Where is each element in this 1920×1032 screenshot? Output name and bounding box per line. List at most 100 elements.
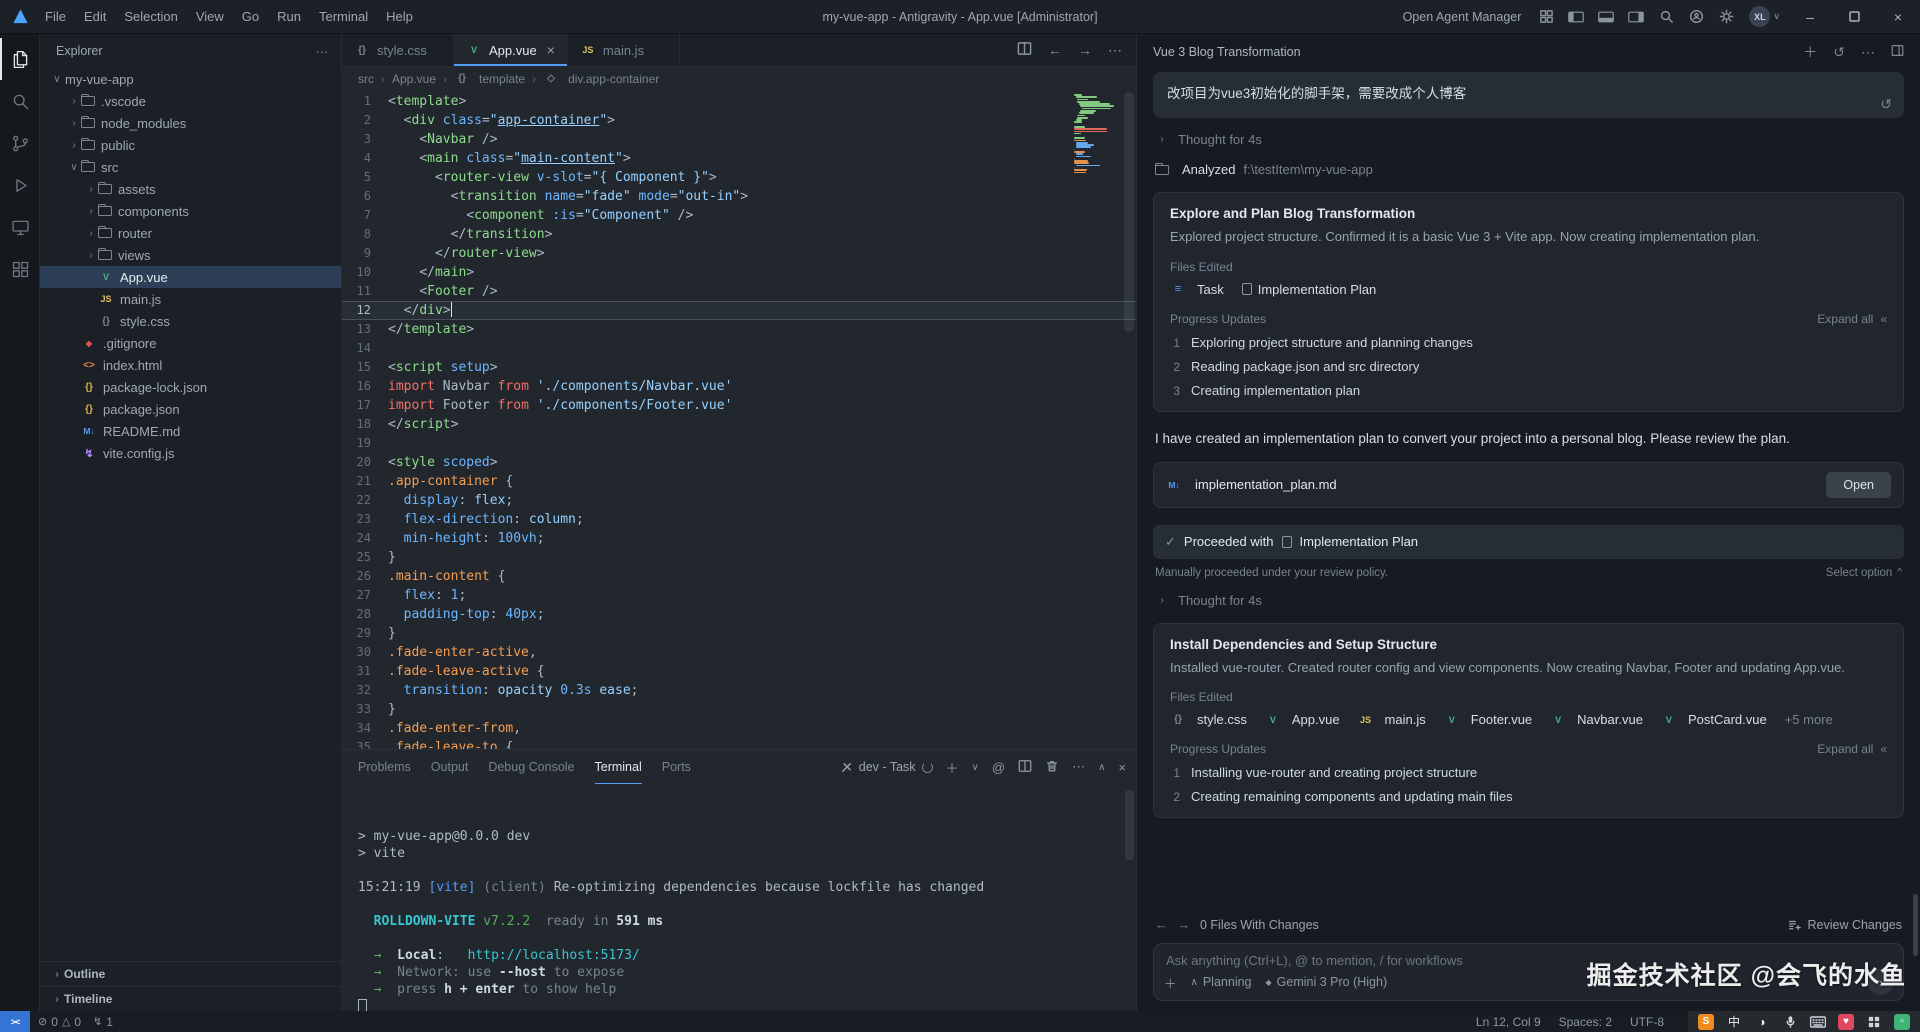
menu-selection[interactable]: Selection (115, 0, 186, 34)
tree-item-vite.config.js[interactable]: ↯vite.config.js (40, 442, 341, 464)
select-option-button[interactable]: Select option^ (1826, 567, 1902, 579)
editor-more-icon[interactable]: ⋯ (1108, 42, 1122, 59)
keyboard-icon[interactable] (1810, 1014, 1826, 1030)
file-chip[interactable]: Implementation Plan (1242, 282, 1377, 297)
toggle-panel-icon[interactable] (1591, 0, 1621, 33)
toggle-secondary-sidebar-icon[interactable] (1621, 0, 1651, 33)
mode-selector[interactable]: ∧Planning (1191, 975, 1252, 989)
agent-input[interactable]: Ask anything (Ctrl+L), @ to mention, / f… (1153, 943, 1904, 1001)
code-line-9[interactable]: 9 </router-view> (342, 244, 1136, 263)
history-icon[interactable]: ↺ (1833, 44, 1845, 61)
wechat-input-icon[interactable]: ▫ (1894, 1014, 1910, 1030)
activitybar-remote[interactable] (0, 206, 40, 248)
minimize-button[interactable]: – (1788, 0, 1832, 33)
panel-more-icon[interactable]: ⋯ (1072, 759, 1085, 775)
tree-item-router[interactable]: ›router (40, 222, 341, 244)
plan-file-card[interactable]: M↓ implementation_plan.md Open (1153, 462, 1904, 508)
kill-terminal-icon[interactable] (1045, 759, 1059, 776)
code-line-17[interactable]: 17import Footer from './components/Foote… (342, 396, 1136, 415)
activitybar-explorer[interactable] (0, 38, 40, 80)
nav-back-icon[interactable]: ← (1048, 42, 1062, 58)
cn-en-mode-icon[interactable]: 中 (1726, 1014, 1742, 1030)
code-line-24[interactable]: 24 min-height: 100vh; (342, 529, 1136, 548)
code-line-5[interactable]: 5 <router-view v-slot="{ Component }"> (342, 168, 1136, 187)
code-line-19[interactable]: 19 (342, 434, 1136, 453)
terminal-dropdown-icon[interactable]: ∨ (972, 762, 979, 773)
code-line-31[interactable]: 31.fade-leave-active { (342, 662, 1136, 681)
expand-all-button[interactable]: Expand all« (1817, 312, 1887, 326)
tab-style.css[interactable]: {}style.css (342, 34, 454, 66)
tree-item-public[interactable]: ›public (40, 134, 341, 156)
tree-item-package.json[interactable]: {}package.json (40, 398, 341, 420)
new-chat-icon[interactable]: ＋ (1803, 42, 1817, 62)
menu-run[interactable]: Run (268, 0, 310, 34)
agent-scrollbar[interactable] (1913, 894, 1918, 956)
tab-main.js[interactable]: JSmain.js (568, 34, 680, 66)
model-selector[interactable]: ◆Gemini 3 Pro (High) (1266, 975, 1388, 989)
code-line-13[interactable]: 13</template> (342, 320, 1136, 339)
tree-item-README.md[interactable]: M↓README.md (40, 420, 341, 442)
close-icon[interactable]: × (547, 42, 555, 58)
task-indicator[interactable]: dev - Task (840, 760, 933, 774)
revert-icon[interactable]: ↺ (1880, 96, 1892, 113)
maximize-button[interactable] (1832, 0, 1876, 33)
ime-bar[interactable]: S中◑♥▫ (1688, 1011, 1920, 1032)
tree-item-.vscode[interactable]: ›.vscode (40, 90, 341, 112)
code-line-16[interactable]: 16import Navbar from './components/Navba… (342, 377, 1136, 396)
close-panel-icon[interactable]: × (1118, 760, 1126, 775)
indentation[interactable]: Spaces: 2 (1559, 1015, 1612, 1029)
split-terminal-icon[interactable] (1018, 759, 1032, 776)
file-chip[interactable]: VNavbar.vue (1550, 712, 1643, 727)
more-files[interactable]: +5 more (1785, 712, 1833, 727)
expand-all-button[interactable]: Expand all« (1817, 742, 1887, 756)
prev-change-icon[interactable]: ← (1155, 918, 1168, 932)
tree-item-App.vue[interactable]: VApp.vue (40, 266, 341, 288)
activitybar-source-control[interactable] (0, 122, 40, 164)
breadcrumb-item[interactable]: App.vue (392, 72, 436, 86)
toolbox-icon[interactable] (1866, 1014, 1882, 1030)
agent-more-icon[interactable]: ⋯ (1861, 44, 1875, 61)
breadcrumb-item[interactable]: {}template (454, 72, 525, 86)
code-line-4[interactable]: 4 <main class="main-content"> (342, 149, 1136, 168)
code-line-10[interactable]: 10 </main> (342, 263, 1136, 282)
ports-indicator[interactable]: ↯1 (93, 1015, 113, 1029)
skin-icon[interactable]: ♥ (1838, 1014, 1854, 1030)
menu-go[interactable]: Go (233, 0, 268, 34)
code-line-35[interactable]: 35.fade-leave-to { (342, 738, 1136, 749)
code-line-18[interactable]: 18</script> (342, 415, 1136, 434)
toggle-sidebar-icon[interactable] (1561, 0, 1591, 33)
activitybar-run-debug[interactable] (0, 164, 40, 206)
problems-indicator[interactable]: ⊘0 △0 (38, 1015, 81, 1029)
code-line-29[interactable]: 29} (342, 624, 1136, 643)
account-icon[interactable] (1681, 0, 1711, 33)
code-line-14[interactable]: 14 (342, 339, 1136, 358)
tree-item-node_modules[interactable]: ›node_modules (40, 112, 341, 134)
file-chip[interactable]: VPostCard.vue (1661, 712, 1767, 727)
next-change-icon[interactable]: → (1178, 918, 1191, 932)
agent-grid-icon[interactable] (1531, 0, 1561, 33)
menu-file[interactable]: File (36, 0, 75, 34)
tree-item-my-vue-app[interactable]: ∨my-vue-app (40, 68, 341, 90)
panel-tab-problems[interactable]: Problems (358, 750, 411, 784)
code-line-7[interactable]: 7 <component :is="Component" /> (342, 206, 1136, 225)
menu-help[interactable]: Help (377, 0, 422, 34)
code-line-8[interactable]: 8 </transition> (342, 225, 1136, 244)
profile-menu[interactable]: XL ∨ (1749, 6, 1780, 27)
activitybar-extensions[interactable] (0, 248, 40, 290)
file-chip[interactable]: {}style.css (1170, 712, 1247, 727)
code-line-33[interactable]: 33} (342, 700, 1136, 719)
close-button[interactable]: × (1876, 0, 1920, 33)
agent-layout-icon[interactable] (1891, 44, 1904, 60)
tree-item-src[interactable]: ∨src (40, 156, 341, 178)
code-line-2[interactable]: 2 <div class="app-container"> (342, 111, 1136, 130)
maximize-panel-icon[interactable]: ∧ (1098, 762, 1105, 773)
file-chip[interactable]: VFooter.vue (1444, 712, 1532, 727)
user-message[interactable]: 改项目为vue3初始化的脚手架，需要改成个人博客 ↺ (1153, 72, 1904, 118)
code-line-23[interactable]: 23 flex-direction: column; (342, 510, 1136, 529)
breadcrumb-item[interactable]: src (358, 72, 374, 86)
menu-edit[interactable]: Edit (75, 0, 115, 34)
minimap[interactable] (1074, 94, 1118, 173)
attach-button[interactable]: ＋ (1164, 973, 1177, 992)
search-icon[interactable] (1651, 0, 1681, 33)
code-line-22[interactable]: 22 display: flex; (342, 491, 1136, 510)
